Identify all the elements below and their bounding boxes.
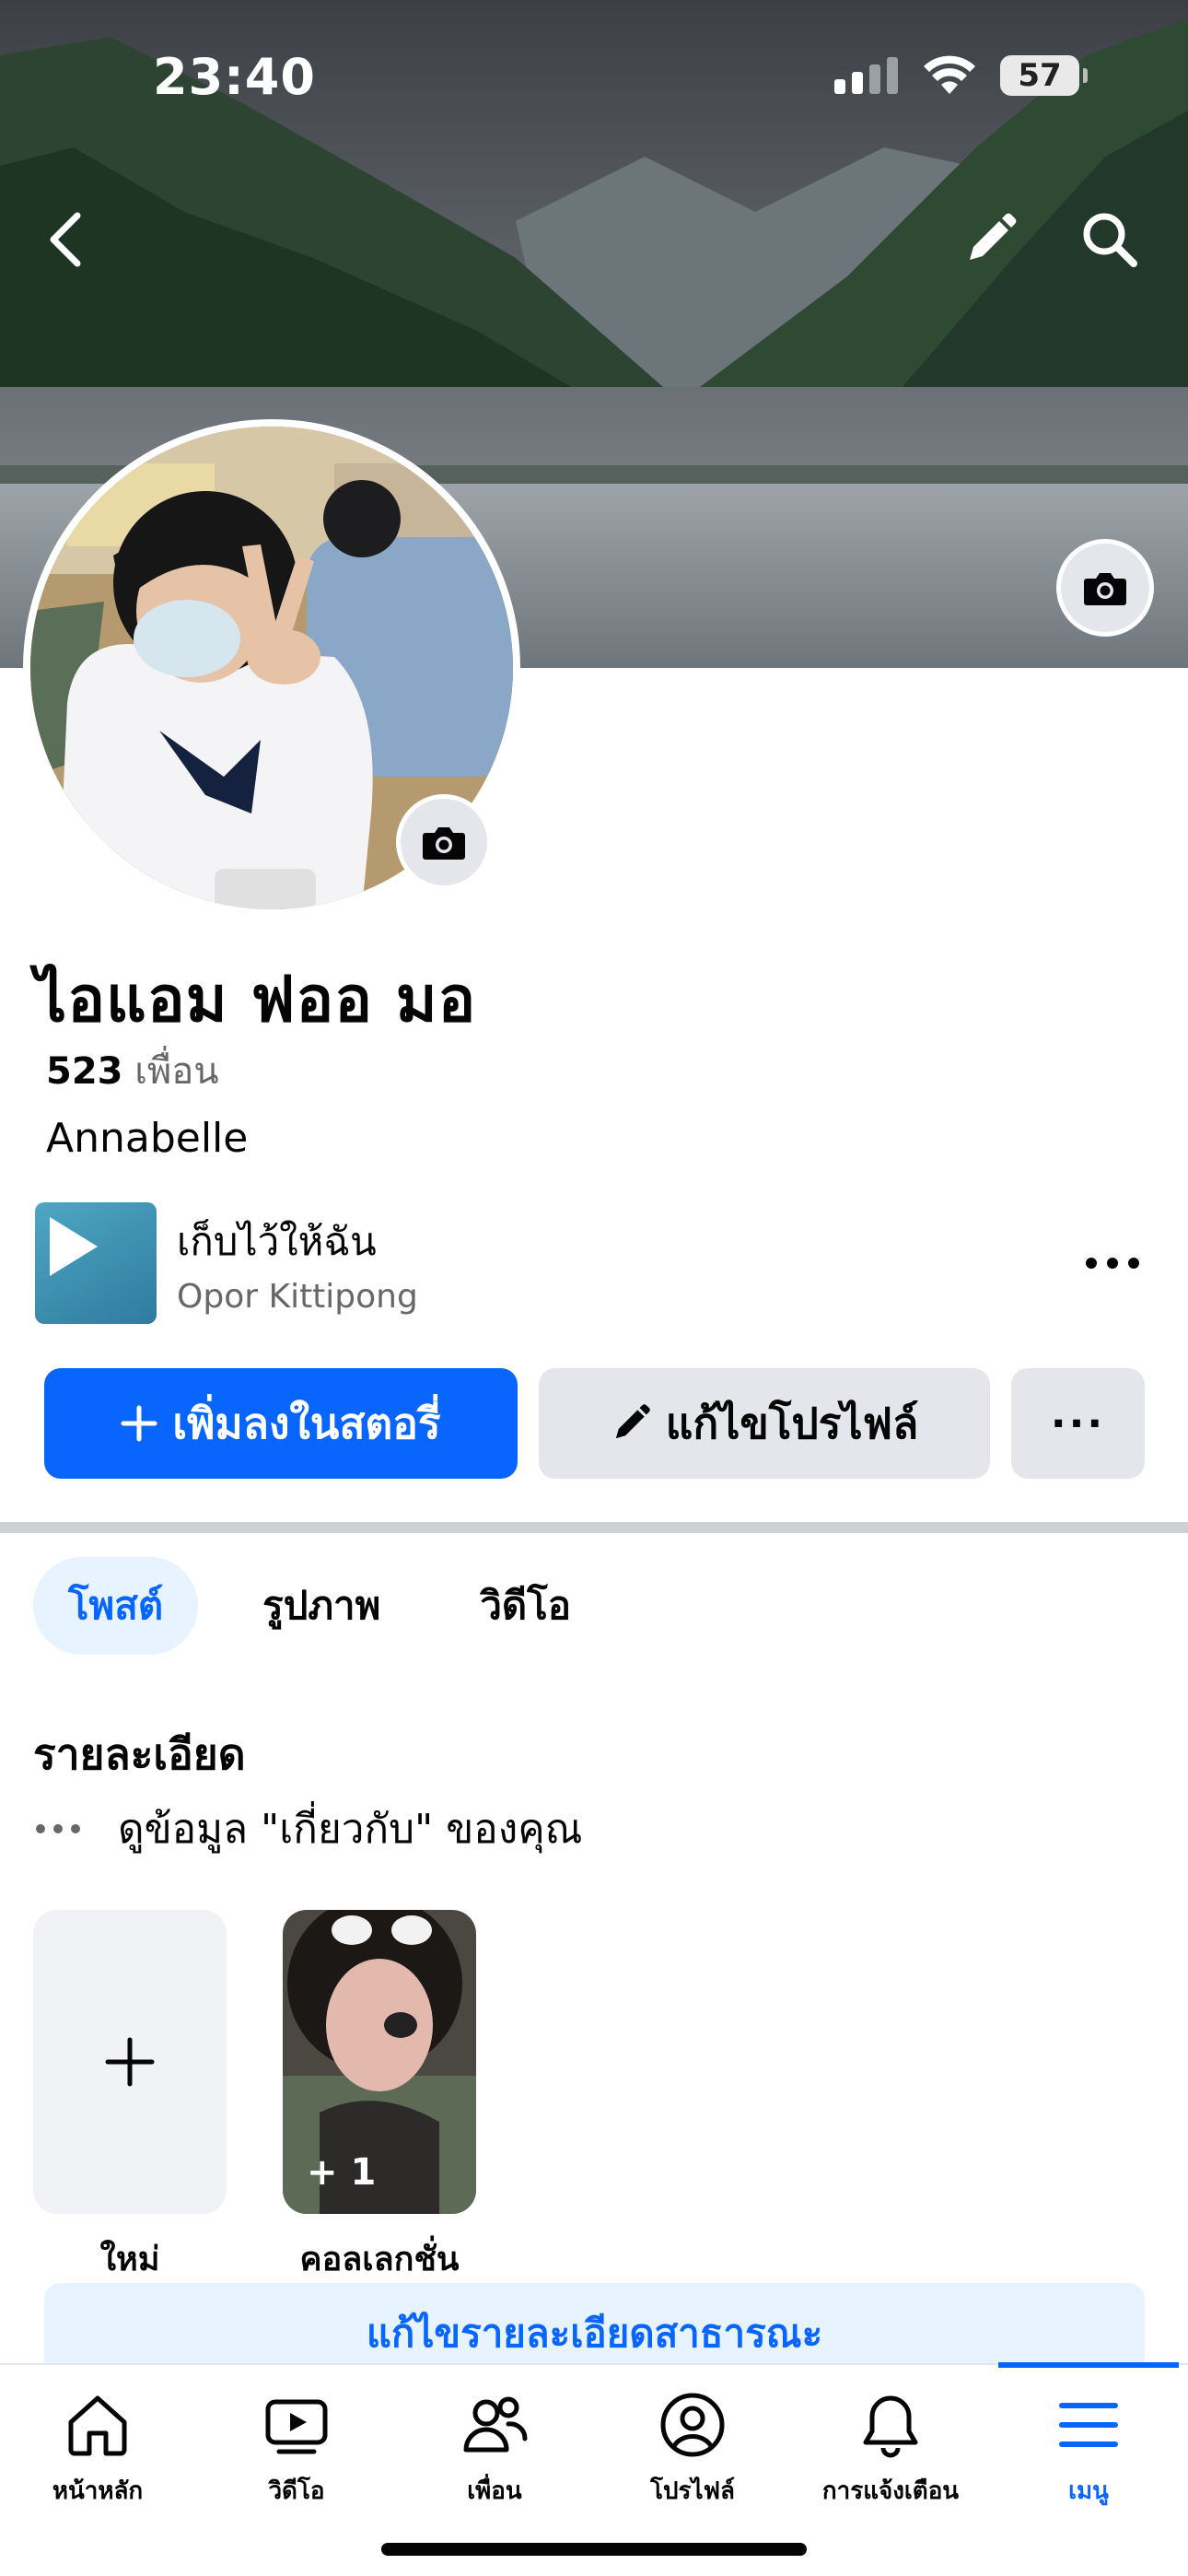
- music-cover-art[interactable]: [35, 1202, 157, 1324]
- music-info: เก็บไว้ให้ฉัน Opor Kittipong: [177, 1212, 1071, 1316]
- nav-profile[interactable]: โปรไฟล์: [600, 2391, 785, 2510]
- edit-profile-button[interactable]: แก้ไขโปรไฟล์: [539, 1368, 990, 1479]
- status-time: 23:40: [153, 48, 316, 106]
- friends-label: เพื่อน: [134, 1050, 219, 1093]
- nav-notifications[interactable]: การแจ้งเตือน: [798, 2391, 983, 2510]
- bell-icon: [863, 2395, 918, 2458]
- menu-icon: [1059, 2403, 1118, 2447]
- friends-number: 523: [46, 1050, 123, 1093]
- signal-icon: [834, 57, 898, 94]
- new-highlight[interactable]: ใหม่: [33, 1910, 227, 2285]
- section-divider: [0, 1522, 1188, 1533]
- friends-count[interactable]: 523 เพื่อน: [46, 1041, 219, 1100]
- back-button[interactable]: [28, 203, 101, 276]
- nav-menu[interactable]: เมนู: [996, 2391, 1181, 2510]
- wifi-icon: [924, 55, 975, 94]
- nav-video-label: วิดีโอ: [268, 2477, 325, 2505]
- status-icons: 57: [834, 55, 1088, 96]
- nav-home-label: หน้าหลัก: [52, 2477, 144, 2505]
- new-highlight-label: ใหม่: [99, 2241, 160, 2278]
- chevron-left-icon: [50, 212, 81, 267]
- nav-menu-label: เมนู: [1068, 2477, 1109, 2505]
- profile-camera-button[interactable]: [396, 794, 492, 890]
- profile-more-label: ···: [1050, 1399, 1106, 1447]
- nav-home[interactable]: หน้าหลัก: [6, 2391, 190, 2510]
- friends-icon: [463, 2396, 528, 2453]
- music-artist: Opor Kittipong: [177, 1277, 418, 1316]
- tab-photos[interactable]: รูปภาพ: [227, 1557, 415, 1655]
- music-title: เก็บไว้ให้ฉัน: [177, 1218, 377, 1264]
- profile-bio: Annabelle: [46, 1115, 249, 1162]
- active-tab-indicator: [998, 2362, 1179, 2368]
- camera-icon: [1084, 573, 1126, 605]
- pencil-icon: [970, 213, 1017, 260]
- music-more-button[interactable]: [1071, 1222, 1154, 1305]
- camera-icon: [423, 827, 465, 860]
- profile-name: ไอแอม ฟออ มอ: [35, 964, 477, 1036]
- details-heading: รายละเอียด: [33, 1729, 246, 1779]
- ellipsis-icon: [36, 1824, 80, 1833]
- nav-notifications-label: การแจ้งเตือน: [821, 2477, 960, 2505]
- edit-profile-label: แก้ไขโปรไฟล์: [665, 1398, 919, 1448]
- collection-highlight[interactable]: + 1 คอลเลกชั่น: [283, 1910, 476, 2285]
- battery-indicator: 57: [1000, 55, 1088, 96]
- collection-highlight-card[interactable]: + 1: [283, 1910, 476, 2214]
- play-icon: [50, 1217, 98, 1276]
- video-icon: [265, 2399, 328, 2454]
- cover-camera-button[interactable]: [1056, 539, 1154, 637]
- nav-video[interactable]: วิดีโอ: [204, 2391, 389, 2510]
- nav-friends[interactable]: เพื่อน: [402, 2391, 587, 2510]
- tab-videos[interactable]: วิดีโอ: [445, 1557, 606, 1655]
- nav-friends-label: เพื่อน: [467, 2477, 522, 2505]
- search-button[interactable]: [1073, 203, 1147, 276]
- tab-posts[interactable]: โพสต์: [33, 1557, 199, 1655]
- about-info-text: ดูข้อมูล "เกี่ยวกับ" ของคุณ: [118, 1806, 583, 1853]
- collection-highlight-label: คอลเลกชั่น: [299, 2241, 460, 2278]
- profile-more-button[interactable]: ···: [1011, 1368, 1145, 1479]
- new-highlight-card[interactable]: [33, 1910, 227, 2214]
- search-icon: [1083, 213, 1137, 267]
- home-indicator: [381, 2543, 807, 2556]
- ellipsis-icon: [1086, 1258, 1139, 1269]
- about-info-link[interactable]: ดูข้อมูล "เกี่ยวกับ" ของคุณ: [35, 1797, 582, 1861]
- edit-cover-button[interactable]: [953, 203, 1027, 276]
- profile-tabs: โพสต์ รูปภาพ วิดีโอ: [33, 1557, 606, 1655]
- plus-icon: [121, 1405, 157, 1442]
- add-to-story-label: เพิ่มลงในสตอรี่: [172, 1398, 441, 1448]
- add-to-story-button[interactable]: เพิ่มลงในสตอรี่: [44, 1368, 518, 1479]
- nav-profile-label: โปรไฟล์: [650, 2477, 735, 2505]
- collection-count: + 1: [307, 2151, 377, 2194]
- pencil-icon: [615, 1404, 650, 1439]
- plus-icon: [105, 2037, 155, 2087]
- profile-icon: [660, 2393, 725, 2457]
- home-icon: [68, 2395, 127, 2456]
- profile-music[interactable]: เก็บไว้ให้ฉัน Opor Kittipong: [35, 1202, 1154, 1324]
